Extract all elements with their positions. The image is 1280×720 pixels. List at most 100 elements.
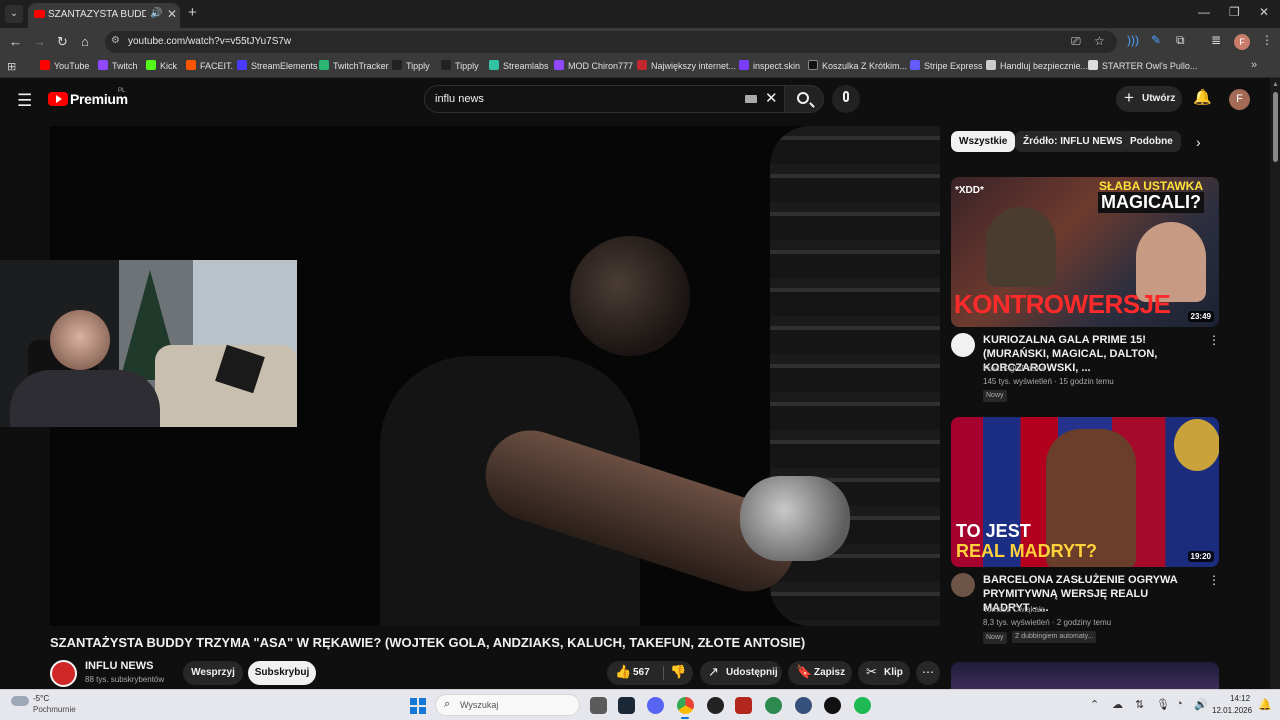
back-icon[interactable]: ← <box>9 34 22 49</box>
clip-button[interactable]: ✂ Klip <box>858 661 910 685</box>
rec-channel-name[interactable]: Tomasz Ćwiąkała <box>983 605 1045 614</box>
bookmark-item[interactable]: Tipply <box>392 60 430 74</box>
bookmark-item[interactable]: FACEIT. <box>186 60 233 74</box>
channel-name[interactable]: INFLU NEWS <box>85 660 153 672</box>
bookmark-item[interactable]: STARTER Owl's Pullo... <box>1088 60 1197 74</box>
like-count[interactable]: 567 <box>633 667 650 678</box>
notification-center-icon[interactable]: 🔔 <box>1258 698 1272 711</box>
create-button[interactable]: + Utwórz <box>1116 86 1182 112</box>
tab-close-icon[interactable]: ✕ <box>167 7 177 21</box>
steam-icon[interactable] <box>618 697 635 714</box>
app-icon[interactable] <box>765 697 782 714</box>
search-button[interactable] <box>784 85 824 113</box>
support-button[interactable]: Wesprzyj <box>183 661 243 685</box>
browser-menu-icon[interactable]: ⋮ <box>1261 33 1273 47</box>
rec-thumbnail[interactable] <box>951 662 1219 689</box>
rec-channel-name[interactable]: FreakFightPolska <box>983 364 1045 373</box>
bookmark-item[interactable]: MOD Chiron777 <box>554 60 633 74</box>
subscribe-button[interactable]: Subskrybuj <box>248 661 316 685</box>
home-icon[interactable]: ⌂ <box>81 34 89 49</box>
bookmark-item[interactable]: Tipply <box>441 60 479 74</box>
spotify-icon[interactable] <box>854 697 871 714</box>
browser-tab-active[interactable]: SZANTAŻYSTA BUDDY TRZYM 🔊 ✕ <box>28 3 180 28</box>
notifications-bell-icon[interactable]: 🔔 <box>1193 88 1212 106</box>
extension-audio-icon[interactable]: ))) <box>1127 33 1139 47</box>
bookmark-item[interactable]: Handluj bezpiecznie... <box>986 60 1088 74</box>
chrome-icon[interactable] <box>677 697 694 714</box>
apps-grid-icon[interactable]: ⊞ <box>7 60 16 73</box>
account-avatar[interactable]: F <box>1229 89 1250 110</box>
site-info-icon[interactable]: ⚙ <box>111 35 120 46</box>
reload-icon[interactable]: ↻ <box>57 34 68 50</box>
weather-description[interactable]: Pochmurnie <box>33 705 76 714</box>
reading-list-icon[interactable]: ≣ <box>1211 33 1221 47</box>
app-icon[interactable] <box>795 697 812 714</box>
clear-search-icon[interactable]: ✕ <box>765 89 778 107</box>
wifi-icon[interactable]: ◔ <box>1176 698 1183 710</box>
taskbar-search-input[interactable]: ⌕ Wyszukaj <box>435 694 580 716</box>
rec-menu-icon[interactable]: ⋮ <box>1208 333 1220 347</box>
tab-search-icon[interactable]: ⌄ <box>5 5 23 23</box>
page-scrollbar[interactable]: ▲ <box>1270 78 1280 689</box>
bookmark-item[interactable]: Twitch <box>98 60 138 74</box>
cloud-icon[interactable] <box>11 696 29 706</box>
thumbs-up-icon[interactable]: 👍 <box>615 664 631 680</box>
chip-all[interactable]: Wszystkie <box>951 131 1016 152</box>
share-button[interactable]: ↗ Udostępnij <box>700 661 782 685</box>
save-button[interactable]: 🔖 Zapisz <box>788 661 852 685</box>
microphone-tray-icon[interactable]: 🎙 <box>1156 698 1170 711</box>
search-input[interactable]: influ news ✕ <box>424 85 786 113</box>
search-input-value[interactable]: influ news <box>435 93 484 105</box>
rec-thumbnail[interactable]: TO JEST REAL MADRYT? 19:20 <box>951 417 1219 567</box>
bookmark-item[interactable]: Koszulka Z Krótkim... <box>808 60 907 74</box>
restore-icon[interactable]: ❐ <box>1229 5 1240 19</box>
bookmark-item[interactable]: Kick <box>146 60 177 74</box>
address-bar[interactable]: ⚙ youtube.com/watch?v=v55tJYu7S7w ⎚ ☆ <box>105 31 1117 53</box>
clock-date[interactable]: 12.01.2026 <box>1212 706 1252 715</box>
bookmark-star-icon[interactable]: ☆ <box>1094 34 1105 48</box>
bookmark-item[interactable]: Stripe Express <box>910 60 983 74</box>
channel-avatar[interactable] <box>951 333 975 357</box>
bookmark-item[interactable]: StreamElements <box>237 60 318 74</box>
clock-time[interactable]: 14:12 <box>1230 694 1250 703</box>
network-icon[interactable]: ⇅ <box>1135 698 1144 711</box>
extension-translate-icon[interactable]: ✎ <box>1151 33 1161 47</box>
scroll-up-arrow-icon[interactable]: ▲ <box>1272 81 1279 88</box>
windows-start-icon[interactable] <box>410 698 426 714</box>
thumbs-down-icon[interactable]: 👎 <box>670 664 686 680</box>
app-icon[interactable] <box>824 697 841 714</box>
bookmark-item[interactable]: Streamlabs <box>489 60 549 74</box>
channel-avatar[interactable] <box>951 573 975 597</box>
bookmark-item[interactable]: inspect.skin <box>739 60 800 74</box>
game-launcher-icon[interactable] <box>735 697 752 714</box>
minimize-icon[interactable]: — <box>1198 5 1210 19</box>
chip-related[interactable]: Podobne <box>1122 131 1181 152</box>
extensions-puzzle-icon[interactable]: ⧉ <box>1176 33 1185 48</box>
volume-icon[interactable]: 🔊 <box>1194 698 1208 711</box>
rec-thumbnail[interactable]: *XDD* SŁABA USTAWKA MAGICALI? KONTROWERS… <box>951 177 1219 327</box>
new-tab-icon[interactable]: + <box>188 4 197 21</box>
url-text[interactable]: youtube.com/watch?v=v55tJYu7S7w <box>128 36 291 47</box>
obs-icon[interactable] <box>707 697 724 714</box>
bookmarks-overflow-icon[interactable]: » <box>1251 59 1257 71</box>
bookmark-item[interactable]: Największy internet... <box>637 60 736 74</box>
speaker-icon[interactable]: 🔊 <box>150 8 162 19</box>
bookmark-item[interactable]: YouTube <box>40 60 89 74</box>
onedrive-icon[interactable]: ☁ <box>1112 698 1123 711</box>
rec-menu-icon[interactable]: ⋮ <box>1208 573 1220 587</box>
discord-icon[interactable] <box>647 697 664 714</box>
forward-icon[interactable]: → <box>33 34 46 49</box>
browser-profile-avatar[interactable]: F <box>1234 34 1250 50</box>
tray-overflow-icon[interactable]: ⌃ <box>1090 698 1099 711</box>
scrollbar-thumb[interactable] <box>1273 92 1278 162</box>
more-actions-icon[interactable]: ⋯ <box>916 661 940 685</box>
task-view-icon[interactable] <box>590 697 607 714</box>
voice-search-button[interactable] <box>832 85 860 113</box>
youtube-logo-icon[interactable] <box>48 92 68 106</box>
chevron-right-icon[interactable]: › <box>1196 134 1201 150</box>
cast-icon[interactable]: ⎚ <box>1071 34 1081 49</box>
close-window-icon[interactable]: ✕ <box>1259 5 1269 19</box>
bookmark-item[interactable]: TwitchTracker <box>319 60 389 74</box>
temperature[interactable]: -5°C <box>33 694 49 703</box>
hamburger-menu-icon[interactable]: ☰ <box>17 91 32 111</box>
